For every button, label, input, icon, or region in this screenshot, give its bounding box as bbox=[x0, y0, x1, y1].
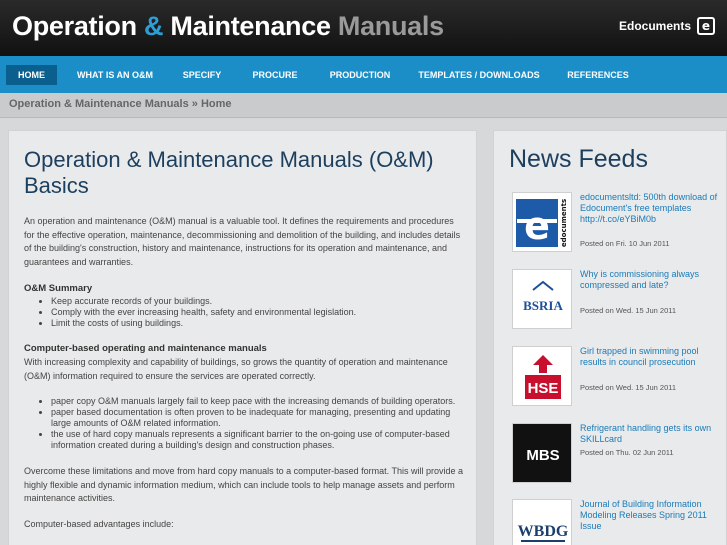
news-feeds-title: News Feeds bbox=[509, 145, 648, 173]
summary-item: Limit the costs of using buildings. bbox=[51, 318, 464, 329]
news-link[interactable]: Why is commissioning always compressed a… bbox=[580, 269, 720, 291]
news-link[interactable]: Refrigerant handling gets its own SKILLc… bbox=[580, 423, 720, 445]
news-item: HSE Girl trapped in swimming pool result… bbox=[512, 346, 722, 408]
breadcrumb-root-link[interactable]: Operation & Maintenance Manuals bbox=[9, 98, 189, 110]
site-title[interactable]: Operation & Maintenance Manuals bbox=[12, 11, 444, 42]
breadcrumb-bar: Operation & Maintenance Manuals » Home bbox=[0, 93, 727, 118]
mbs-logo-text: MBS bbox=[526, 447, 559, 464]
problem-item: paper based documentation is often prove… bbox=[51, 407, 464, 429]
bsria-thumbnail[interactable]: BSRIA bbox=[512, 269, 572, 329]
summary-item: Keep accurate records of your buildings. bbox=[51, 296, 464, 307]
edocuments-logo-icon: e bbox=[697, 17, 715, 35]
news-date: Posted on Thu. 02 Jun 2011 bbox=[580, 448, 674, 457]
news-feeds-panel: News Feeds e edocuments edocumentsltd: 5… bbox=[493, 130, 727, 545]
news-date: Posted on Wed. 15 Jun 2011 bbox=[580, 383, 677, 392]
brand-logo-link[interactable]: Edocuments e bbox=[619, 17, 715, 35]
computer-based-paragraph: With increasing complexity and capabilit… bbox=[24, 357, 448, 381]
nav-item-references[interactable]: REFERENCES bbox=[560, 65, 636, 85]
news-item: e edocuments edocumentsltd: 500th downlo… bbox=[512, 192, 722, 254]
edocuments-logo-text: edocuments bbox=[560, 199, 568, 247]
news-date: Posted on Fri. 10 Jun 2011 bbox=[580, 239, 670, 248]
edocuments-thumbnail[interactable]: e edocuments bbox=[512, 192, 572, 252]
nav-item-production[interactable]: PRODUCTION bbox=[320, 65, 400, 85]
nav-item-home[interactable]: HOME bbox=[6, 65, 57, 85]
overcome-paragraph: Overcome these limitations and move from… bbox=[24, 466, 464, 503]
problem-item: the use of hard copy manuals represents … bbox=[51, 429, 464, 451]
news-item: MBS Refrigerant handling gets its own SK… bbox=[512, 423, 722, 485]
site-title-part3: Manuals bbox=[337, 11, 444, 41]
nav-item-procure[interactable]: PROCURE bbox=[244, 65, 306, 85]
main-content-panel: Operation & Maintenance Manuals (O&M) Ba… bbox=[8, 130, 477, 545]
brand-name: Edocuments bbox=[618, 19, 691, 33]
summary-heading: O&M Summary bbox=[24, 283, 93, 294]
mbs-thumbnail[interactable]: MBS bbox=[512, 423, 572, 483]
summary-item: Comply with the ever increasing health, … bbox=[51, 307, 464, 318]
news-link[interactable]: Journal of Building Information Modeling… bbox=[580, 499, 720, 532]
computer-based-heading: Computer-based operating and maintenance… bbox=[24, 343, 267, 354]
news-date: Posted on Wed. 15 Jun 2011 bbox=[580, 306, 677, 315]
main-nav: HOME WHAT IS AN O&M SPECIFY PROCURE PROD… bbox=[0, 56, 727, 93]
hse-thumbnail[interactable]: HSE bbox=[512, 346, 572, 406]
nav-item-what-is-om[interactable]: WHAT IS AN O&M bbox=[70, 65, 160, 85]
site-title-part1: Operation bbox=[12, 11, 145, 41]
breadcrumb-separator: » bbox=[188, 98, 201, 110]
nav-item-templates-downloads[interactable]: TEMPLATES / DOWNLOADS bbox=[414, 65, 544, 85]
site-header: Operation & Maintenance Manuals Edocumen… bbox=[0, 0, 727, 56]
problem-item: paper copy O&M manuals largely fail to k… bbox=[51, 396, 464, 407]
site-title-part2: Maintenance bbox=[163, 11, 338, 41]
news-link[interactable]: Girl trapped in swimming pool results in… bbox=[580, 346, 720, 368]
news-item: WBDG Journal of Building Information Mod… bbox=[512, 499, 722, 545]
bsria-logo-text: BSRIA bbox=[523, 298, 563, 313]
summary-list: Keep accurate records of your buildings.… bbox=[24, 296, 464, 329]
advantages-intro: Computer-based advantages include: bbox=[24, 518, 174, 529]
intro-paragraph: An operation and maintenance (O&M) manua… bbox=[24, 216, 461, 267]
nav-item-specify[interactable]: SPECIFY bbox=[174, 65, 230, 85]
news-item: BSRIA Why is commissioning always compre… bbox=[512, 269, 722, 331]
breadcrumb-current: Home bbox=[200, 98, 232, 110]
problems-list: paper copy O&M manuals largely fail to k… bbox=[24, 396, 464, 451]
site-title-amp: & bbox=[144, 11, 164, 41]
wbdg-thumbnail[interactable]: WBDG bbox=[512, 499, 572, 545]
hse-logo-text: HSE bbox=[528, 380, 559, 397]
page-title: Operation & Maintenance Manuals (O&M) Ba… bbox=[24, 147, 434, 198]
breadcrumb: Operation & Maintenance Manuals » Home bbox=[9, 98, 232, 110]
news-link[interactable]: edocumentsltd: 500th download of Edocume… bbox=[580, 192, 720, 225]
svg-text:e: e bbox=[524, 204, 550, 248]
wbdg-logo-text: WBDG bbox=[518, 523, 569, 540]
